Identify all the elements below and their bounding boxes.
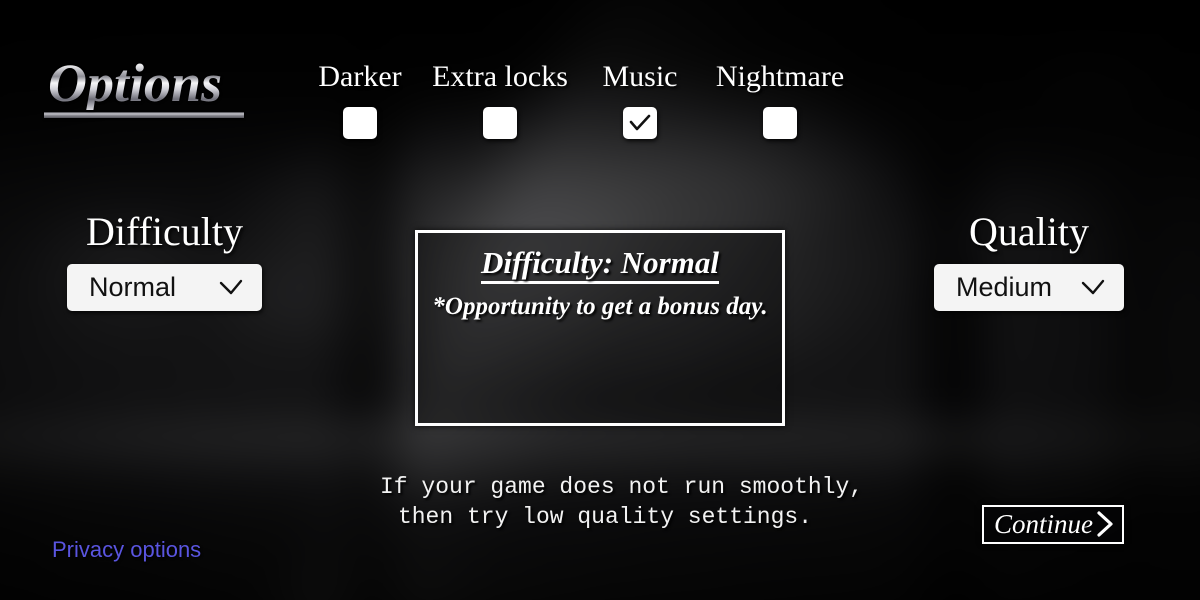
- toggle-extra-locks[interactable]: Extra locks: [430, 62, 570, 139]
- quality-select[interactable]: Medium: [934, 264, 1124, 311]
- chevron-down-icon: [219, 279, 243, 294]
- toggle-extra-locks-label: Extra locks: [432, 60, 568, 93]
- toggle-nightmare-label: Nightmare: [715, 60, 845, 93]
- quality-heading: Quality: [969, 209, 1089, 254]
- difficulty-heading: Difficulty: [85, 209, 243, 254]
- difficulty-select[interactable]: Normal: [67, 264, 262, 311]
- difficulty-setting: Difficulty Normal: [67, 212, 262, 311]
- difficulty-select-value: Normal: [89, 272, 177, 302]
- difficulty-info-title: Difficulty: Normal: [418, 245, 782, 285]
- checkbox-extra-locks[interactable]: [483, 107, 517, 139]
- page-title: Options: [44, 56, 254, 118]
- quality-hint-line-1: If your game does not run smoothly,: [380, 474, 864, 500]
- checkbox-music[interactable]: [623, 107, 657, 139]
- options-screen: Options Darker Extra locks Music Nightma…: [0, 0, 1200, 600]
- toggle-darker[interactable]: Darker: [290, 62, 430, 139]
- chevron-down-icon: [1081, 279, 1105, 294]
- checkbox-darker[interactable]: [343, 107, 377, 139]
- continue-button[interactable]: Continue: [982, 505, 1124, 544]
- chevron-right-icon: [1097, 511, 1113, 537]
- difficulty-info-title-text: Difficulty: Normal: [481, 245, 719, 285]
- toggle-nightmare[interactable]: Nightmare: [710, 62, 850, 139]
- continue-button-label: Continue: [994, 508, 1093, 539]
- page-title-label: Options: [44, 56, 254, 110]
- toggle-music-label: Music: [602, 60, 678, 93]
- quality-hint-text: If your game does not run smoothly, then…: [380, 472, 864, 533]
- difficulty-info-panel: Difficulty: Normal *Opportunity to get a…: [415, 230, 785, 426]
- privacy-options-link[interactable]: Privacy options: [52, 539, 201, 561]
- checkmark-icon: [629, 114, 651, 131]
- difficulty-info-body: *Opportunity to get a bonus day.: [432, 293, 768, 321]
- quality-select-value: Medium: [956, 272, 1053, 302]
- toggle-darker-label: Darker: [318, 60, 402, 93]
- checkbox-nightmare[interactable]: [763, 107, 797, 139]
- toggle-row: Darker Extra locks Music Nightmare: [290, 62, 850, 139]
- toggle-music[interactable]: Music: [570, 62, 710, 139]
- quality-setting: Quality Medium: [934, 212, 1124, 311]
- quality-hint-line-2: then try low quality settings.: [397, 504, 813, 531]
